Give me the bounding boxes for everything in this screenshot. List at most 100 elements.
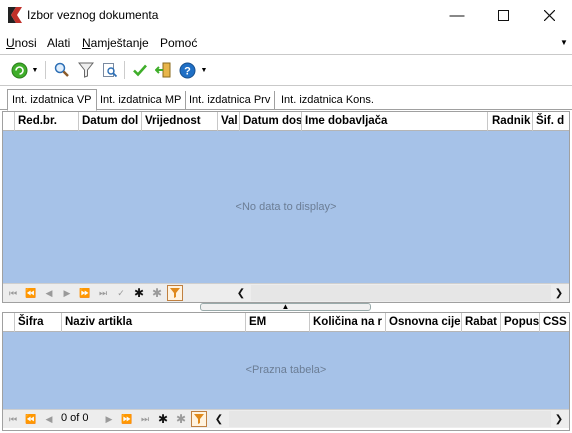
column-header[interactable]: Šif. d — [533, 112, 569, 131]
last-page-icon[interactable]: ⏭ — [95, 285, 111, 301]
menu-namjestanje-accel: N — [82, 36, 91, 50]
filter-icon — [78, 62, 94, 78]
tab-int-izdatnica-kons[interactable]: Int. izdatnica Kons. — [277, 91, 378, 110]
next-page-icon[interactable]: ⏩ — [77, 285, 93, 301]
first-page-icon[interactable]: ⏮ — [5, 285, 21, 301]
column-header[interactable]: Val — [218, 112, 240, 131]
menu-alati-label: Alati — [47, 36, 71, 50]
column-header[interactable]: Osnovna cije — [386, 313, 462, 332]
menu-unosi-accel: U — [6, 36, 15, 50]
grid-body[interactable]: <Prazna tabela> — [3, 332, 569, 409]
search-icon — [54, 62, 69, 77]
refresh-button[interactable] — [9, 60, 29, 80]
chevron-down-icon: ▼ — [31, 66, 39, 74]
record-counter: 0 of 0 — [61, 412, 89, 424]
confirm-button[interactable] — [130, 60, 150, 80]
grid-header: Red.br. Datum dol Vrijednost Val Datum d… — [3, 112, 569, 131]
prev-record-icon[interactable]: ◀ — [41, 285, 57, 301]
filter-icon — [194, 414, 204, 424]
toolbar-separator — [124, 61, 125, 79]
close-button[interactable] — [526, 0, 572, 31]
grid-body[interactable]: <No data to display> — [3, 131, 569, 283]
prev-page-icon[interactable]: ⏪ — [23, 411, 39, 427]
first-page-icon[interactable]: ⏮ — [5, 411, 21, 427]
column-header[interactable]: Datum dos — [240, 112, 302, 131]
prev-page-icon[interactable]: ⏪ — [23, 285, 39, 301]
toolbar-divider — [0, 85, 572, 86]
scroll-left-icon[interactable]: ❮ — [211, 411, 227, 427]
insert-record-icon[interactable]: ✱ — [131, 285, 147, 301]
next-record-icon[interactable]: ▶ — [59, 285, 75, 301]
help-icon: ? — [179, 62, 195, 78]
items-grid[interactable]: Šifra Naziv artikla EM Količina na r Osn… — [2, 312, 570, 431]
menu-alati[interactable]: Alati — [47, 36, 70, 50]
column-header[interactable]: Količina na r — [310, 313, 386, 332]
column-header[interactable]: Popus — [501, 313, 540, 332]
cancel-edit-icon[interactable]: ✱ — [173, 411, 189, 427]
column-header[interactable]: Datum dol — [79, 112, 142, 131]
menu-pomoc[interactable]: Pomoć — [160, 36, 197, 50]
minimize-button[interactable]: — — [434, 0, 480, 31]
filter-icon — [170, 288, 180, 298]
tab-int-izdatnica-vp[interactable]: Int. izdatnica VP — [7, 89, 97, 111]
column-header[interactable]: Naziv artikla — [62, 313, 246, 332]
empty-grid-message: <No data to display> — [235, 201, 337, 213]
column-header[interactable]: Ime dobavljača — [302, 112, 488, 131]
last-page-icon[interactable]: ⏭ — [137, 411, 153, 427]
exit-button[interactable] — [153, 60, 173, 80]
column-header[interactable]: Rabat — [462, 313, 501, 332]
grid-navigator: ⏮ ⏪ ◀ ▶ ⏩ ⏭ ✓ ✱ ✱ ❮ ❯ — [3, 283, 569, 302]
close-icon — [543, 10, 555, 21]
panel-splitter[interactable]: ▲ — [200, 303, 371, 311]
help-dropdown[interactable]: ▼ — [199, 60, 209, 80]
scroll-right-icon[interactable]: ❯ — [551, 285, 567, 301]
next-record-icon[interactable]: ▶ — [101, 411, 117, 427]
checkmark-icon — [133, 64, 147, 77]
maximize-button[interactable] — [480, 0, 526, 31]
find-in-document-button[interactable] — [100, 60, 120, 80]
column-header[interactable]: Red.br. — [15, 112, 79, 131]
menu-namjestanje[interactable]: Namještanje — [82, 36, 149, 50]
column-header[interactable]: EM — [246, 313, 310, 332]
refresh-icon — [11, 62, 27, 78]
scroll-left-icon[interactable]: ❮ — [233, 285, 249, 301]
horizontal-scrollbar[interactable] — [229, 411, 551, 427]
horizontal-scrollbar[interactable] — [251, 285, 551, 301]
menu-divider — [0, 54, 572, 55]
post-edit-icon[interactable]: ✓ — [113, 285, 129, 301]
window-title: Izbor veznog dokumenta — [27, 8, 159, 22]
menu-pomoc-label: Pomoć — [160, 36, 198, 50]
documents-grid[interactable]: Red.br. Datum dol Vrijednost Val Datum d… — [2, 111, 570, 303]
row-indicator-header — [3, 313, 15, 332]
column-header[interactable]: Šifra — [15, 313, 62, 332]
help-button[interactable]: ? — [177, 60, 197, 80]
menu-unosi[interactable]: Unosi — [6, 36, 37, 50]
filter-button[interactable] — [76, 60, 96, 80]
row-indicator-header — [3, 112, 15, 131]
scroll-right-icon[interactable]: ❯ — [551, 411, 567, 427]
prev-record-icon[interactable]: ◀ — [41, 411, 57, 427]
column-header[interactable]: CSS — [540, 313, 569, 332]
filter-rows-button[interactable] — [191, 411, 207, 427]
grid-navigator: ⏮ ⏪ ◀ 0 of 0 ▶ ⏩ ⏭ ✱ ✱ ❮ ❯ — [3, 409, 569, 428]
chevron-down-icon: ▼ — [200, 66, 208, 74]
menu-namjestanje-label: amještanje — [90, 36, 149, 50]
menu-overflow-icon[interactable]: ▼ — [560, 38, 568, 47]
menu-unosi-label: nosi — [14, 36, 37, 50]
insert-record-icon[interactable]: ✱ — [155, 411, 171, 427]
grid-header: Šifra Naziv artikla EM Količina na r Osn… — [3, 313, 569, 332]
column-header[interactable]: Vrijednost — [142, 112, 218, 131]
refresh-dropdown[interactable]: ▼ — [30, 60, 40, 80]
next-page-icon[interactable]: ⏩ — [119, 411, 135, 427]
search-button[interactable] — [52, 60, 72, 80]
app-logo-icon — [8, 7, 22, 23]
tab-int-izdatnica-prv[interactable]: Int. izdatnica Prv — [185, 91, 276, 110]
filter-rows-button[interactable] — [167, 285, 183, 301]
toolbar-separator — [45, 61, 46, 79]
exit-door-icon — [154, 62, 170, 78]
minimize-icon: — — [449, 7, 465, 24]
tab-int-izdatnica-mp[interactable]: Int. izdatnica MP — [96, 91, 187, 110]
cancel-edit-icon[interactable]: ✱ — [149, 285, 165, 301]
column-header[interactable]: Radnik — [488, 112, 533, 131]
chevron-up-icon: ▲ — [281, 302, 290, 311]
